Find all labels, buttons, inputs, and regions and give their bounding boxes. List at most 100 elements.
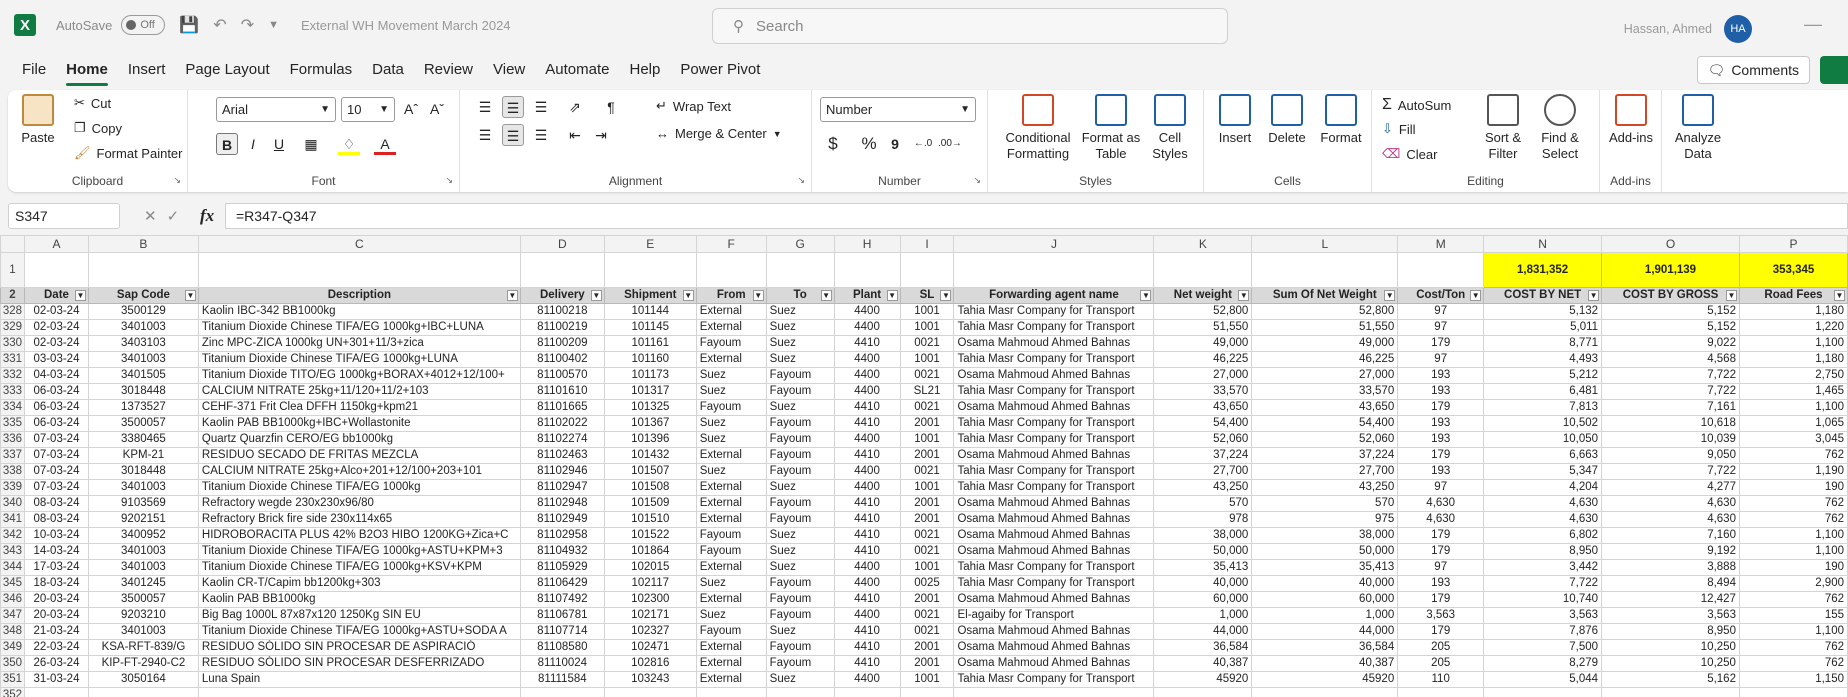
- data-cell[interactable]: 102171: [603, 607, 697, 624]
- row-number[interactable]: 330: [0, 335, 25, 352]
- data-cell[interactable]: 1,150: [1738, 671, 1848, 688]
- data-cell[interactable]: Kaolin IBC-342 BB1000kg: [197, 303, 521, 320]
- column-header[interactable]: N: [1483, 235, 1603, 253]
- data-cell[interactable]: External: [695, 303, 767, 320]
- data-cell[interactable]: Fayoum: [765, 463, 835, 480]
- data-cell[interactable]: 17-03-24: [23, 559, 89, 576]
- empty-cell[interactable]: [1251, 252, 1399, 288]
- data-cell[interactable]: 9,022: [1601, 335, 1740, 352]
- data-cell[interactable]: 4410: [833, 415, 901, 432]
- copy-button[interactable]: ❐ Copy: [74, 120, 122, 136]
- data-cell[interactable]: 6,802: [1483, 527, 1603, 544]
- data-cell[interactable]: 4400: [833, 607, 901, 624]
- data-cell[interactable]: 3,563: [1397, 607, 1485, 624]
- data-cell[interactable]: Fayoum: [765, 495, 835, 512]
- data-cell[interactable]: 1,100: [1738, 335, 1848, 352]
- data-cell[interactable]: Titanium Dioxide TITO/EG 1000kg+BORAX+40…: [197, 367, 521, 384]
- empty-cell[interactable]: [695, 252, 767, 288]
- data-cell[interactable]: 54,400: [1251, 415, 1399, 432]
- header-cell[interactable]: Forwarding agent name ▼: [953, 287, 1155, 304]
- row-number[interactable]: 348: [0, 623, 25, 640]
- data-cell[interactable]: 0021: [899, 607, 955, 624]
- data-cell[interactable]: 1,000: [1251, 607, 1399, 624]
- data-cell[interactable]: 81102463: [519, 447, 605, 464]
- data-cell[interactable]: 3500057: [87, 591, 199, 608]
- data-cell[interactable]: 81110024: [519, 655, 605, 672]
- increase-decimal-icon[interactable]: ←.0: [912, 133, 934, 155]
- data-cell[interactable]: 36,584: [1153, 639, 1253, 656]
- data-cell[interactable]: 27,000: [1251, 367, 1399, 384]
- data-cell[interactable]: Fayoum: [765, 367, 835, 384]
- data-cell[interactable]: 81100402: [519, 351, 605, 368]
- data-cell[interactable]: El-agaiby for Transport: [953, 607, 1155, 624]
- empty-cell[interactable]: [1153, 252, 1253, 288]
- data-cell[interactable]: 02-03-24: [23, 303, 89, 320]
- cancel-confirm-icons[interactable]: ✕✓: [144, 207, 189, 225]
- data-cell[interactable]: 762: [1738, 655, 1848, 672]
- data-cell[interactable]: Osama Mahmoud Ahmed Bahnas: [953, 655, 1155, 672]
- number-format-combo[interactable]: Number ▼: [820, 97, 976, 122]
- data-cell[interactable]: 33,570: [1153, 383, 1253, 400]
- header-cell[interactable]: To ▼: [765, 287, 835, 304]
- tab-insert[interactable]: Insert: [118, 50, 176, 90]
- increase-indent-icon[interactable]: ⇥: [590, 124, 612, 146]
- data-cell[interactable]: 101507: [603, 463, 697, 480]
- row-number[interactable]: 341: [0, 511, 25, 528]
- header-cell[interactable]: Plant ▼: [833, 287, 901, 304]
- data-cell[interactable]: Suez: [695, 367, 767, 384]
- data-cell[interactable]: 1,100: [1738, 527, 1848, 544]
- data-cell[interactable]: 3401003: [87, 479, 199, 496]
- data-cell[interactable]: 43,250: [1251, 479, 1399, 496]
- data-cell[interactable]: 81108580: [519, 639, 605, 656]
- data-cell[interactable]: Fayoum: [765, 383, 835, 400]
- data-cell[interactable]: 4400: [833, 383, 901, 400]
- paste-button[interactable]: Paste: [18, 94, 58, 146]
- data-cell[interactable]: 3401505: [87, 367, 199, 384]
- column-header[interactable]: E: [603, 235, 697, 253]
- data-cell[interactable]: 5,152: [1601, 303, 1740, 320]
- header-cell[interactable]: From ▼: [695, 287, 767, 304]
- empty-cell[interactable]: [953, 252, 1155, 288]
- filter-dropdown-icon[interactable]: ▼: [1725, 290, 1737, 301]
- data-cell[interactable]: 44,000: [1153, 623, 1253, 640]
- data-cell[interactable]: 1001: [899, 319, 955, 336]
- data-cell[interactable]: HIDROBORACITA PLUS 42% B2O3 HIBO 1200KG+…: [197, 527, 521, 544]
- format-as-table-button[interactable]: Format as Table: [1080, 94, 1142, 162]
- data-cell[interactable]: 40,000: [1153, 575, 1253, 592]
- data-cell[interactable]: 4410: [833, 495, 901, 512]
- empty-cell[interactable]: [519, 252, 605, 288]
- data-cell[interactable]: 4400: [833, 431, 901, 448]
- align-middle-icon[interactable]: ☰: [502, 96, 524, 118]
- data-cell[interactable]: 101396: [603, 431, 697, 448]
- comments-button[interactable]: 🗨 Comments: [1696, 56, 1810, 84]
- data-cell[interactable]: 2001: [899, 591, 955, 608]
- data-cell[interactable]: External: [695, 319, 767, 336]
- data-cell[interactable]: 2001: [899, 447, 955, 464]
- data-cell[interactable]: Suez: [765, 303, 835, 320]
- data-cell[interactable]: 27,000: [1153, 367, 1253, 384]
- align-top-icon[interactable]: ☰: [474, 96, 496, 118]
- data-cell[interactable]: 3401003: [87, 319, 199, 336]
- data-cell[interactable]: Suez: [765, 671, 835, 688]
- row-number[interactable]: 331: [0, 351, 25, 368]
- data-cell[interactable]: 3,888: [1601, 559, 1740, 576]
- empty-cell[interactable]: [765, 687, 835, 697]
- data-cell[interactable]: 4400: [833, 319, 901, 336]
- data-cell[interactable]: 155: [1738, 607, 1848, 624]
- user-account[interactable]: Hassan, Ahmed HA: [1624, 15, 1752, 43]
- empty-cell[interactable]: [519, 687, 605, 697]
- name-box[interactable]: S347: [8, 203, 120, 229]
- data-cell[interactable]: RESIDUO SÓLIDO SIN PROCESAR DE ASPIRACIÓ: [197, 639, 521, 656]
- clear-button[interactable]: ⌫ Clear: [1382, 146, 1437, 162]
- data-cell[interactable]: 31-03-24: [23, 671, 89, 688]
- data-cell[interactable]: 179: [1397, 447, 1485, 464]
- data-cell[interactable]: Suez: [765, 351, 835, 368]
- empty-cell[interactable]: [953, 687, 1155, 697]
- underline-button[interactable]: U: [268, 133, 290, 155]
- data-cell[interactable]: 52,800: [1153, 303, 1253, 320]
- data-cell[interactable]: 5,162: [1601, 671, 1740, 688]
- data-cell[interactable]: 205: [1397, 639, 1485, 656]
- data-cell[interactable]: 101173: [603, 367, 697, 384]
- conditional-formatting-button[interactable]: Conditional Formatting: [1000, 94, 1076, 162]
- data-cell[interactable]: 40,000: [1251, 575, 1399, 592]
